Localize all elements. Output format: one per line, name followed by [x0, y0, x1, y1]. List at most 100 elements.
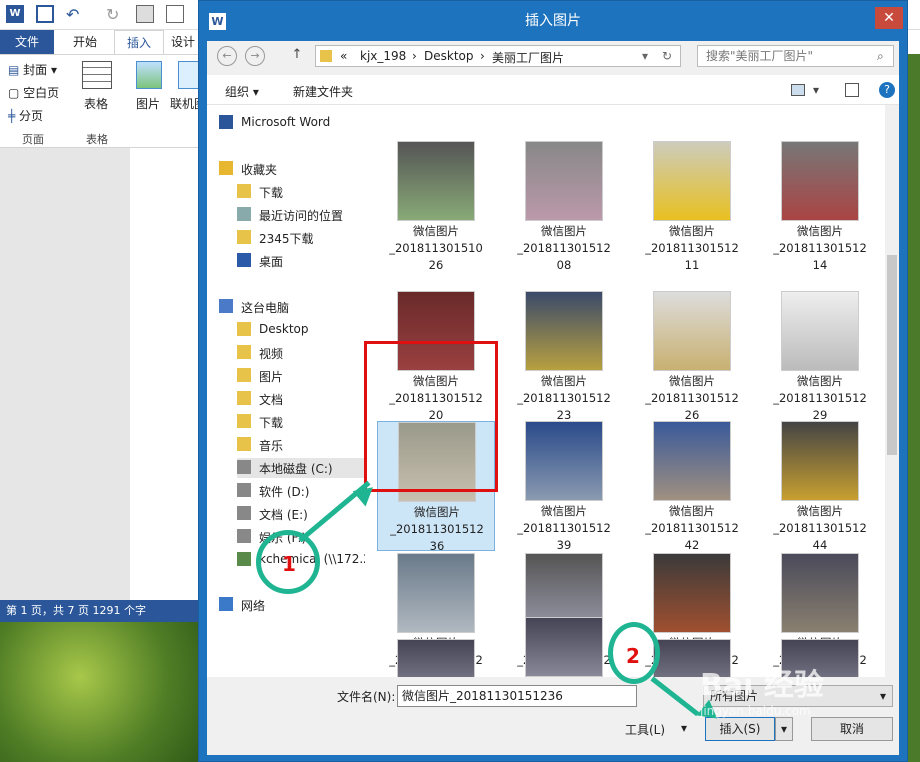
breadcrumb-overflow[interactable]: « — [340, 49, 347, 63]
blank-page-button[interactable]: ▢ 空白页 — [8, 84, 59, 101]
nav-item[interactable]: 收藏夹 — [219, 159, 365, 179]
organize-button[interactable]: 组织 ▾ — [225, 83, 259, 100]
nav-item[interactable]: 图片 — [237, 366, 365, 386]
file-item[interactable]: 微信图片 _201811301512 42 — [633, 421, 751, 554]
file-name-line: 微信图片 — [413, 224, 459, 238]
scrollbar-thumb[interactable] — [887, 255, 897, 455]
nav-item[interactable]: 桌面 — [237, 251, 365, 271]
nav-item[interactable]: 文档 — [237, 389, 365, 409]
nav-item[interactable]: 本地磁盘 (C:) — [237, 458, 365, 478]
view-icon[interactable] — [791, 84, 805, 96]
refresh-icon[interactable]: ↻ — [662, 49, 672, 63]
file-item[interactable]: 微信图片 _201811301512 11 — [633, 141, 751, 274]
insert-button[interactable]: 插入(S) — [705, 717, 775, 741]
drive-icon — [237, 529, 251, 543]
nav-item[interactable]: 视频 — [237, 343, 365, 363]
preview-pane-icon[interactable] — [845, 83, 859, 97]
file-name-line: _201811301512 — [773, 241, 867, 255]
print-preview-icon[interactable] — [166, 5, 184, 23]
undo-icon[interactable]: ↶ — [66, 5, 84, 24]
watermark-url: jingyan.baidu.com — [700, 704, 811, 718]
table-button-label[interactable]: 表格 — [84, 95, 108, 112]
help-icon[interactable]: ? — [879, 82, 895, 98]
folder-icon — [237, 414, 251, 428]
word-document-area — [0, 148, 200, 600]
up-arrow-icon[interactable]: ↑ — [287, 46, 307, 66]
file-item[interactable]: 微信图片 _201811301512 39 — [505, 421, 623, 552]
folder-icon — [237, 391, 251, 405]
search-icon: ⌕ — [877, 49, 884, 63]
insert-dropdown-chevron-icon[interactable]: ▾ — [775, 717, 793, 741]
folder-icon — [237, 184, 251, 198]
image-thumbnail — [525, 141, 603, 221]
cancel-button[interactable]: 取消 — [811, 717, 893, 741]
new-folder-button[interactable]: 新建文件夹 — [293, 83, 353, 100]
table-icon[interactable] — [82, 61, 112, 89]
file-item[interactable]: 微信图片 _201811301512 08 — [505, 141, 623, 272]
view-chevron-down-icon[interactable]: ▾ — [813, 83, 819, 97]
nav-item[interactable]: Microsoft Word — [219, 113, 365, 133]
file-name-line: _201811301512 — [645, 391, 739, 405]
image-thumbnail[interactable] — [397, 639, 475, 677]
page-break-label: 分页 — [19, 109, 44, 123]
tab-design[interactable]: 设计 — [168, 30, 198, 54]
page-break-button[interactable]: ╪ 分页 — [8, 107, 43, 124]
desktop-wallpaper — [0, 620, 200, 762]
forward-arrow-icon[interactable]: → — [245, 46, 265, 66]
file-name: 微信图片 _201811301512 42 — [633, 503, 751, 554]
file-name: 微信图片 _201811301512 14 — [761, 223, 879, 274]
picture-icon[interactable] — [136, 61, 162, 89]
tab-home[interactable]: 开始 — [60, 30, 110, 54]
picture-button-label[interactable]: 图片 — [136, 95, 160, 112]
file-item[interactable]: 微信图片 _201811301510 26 — [377, 141, 495, 272]
nav-item[interactable]: 2345下载 — [237, 228, 365, 248]
search-input[interactable]: 搜索"美丽工厂图片" — [697, 45, 894, 67]
nav-item-label: 本地磁盘 (C:) — [259, 462, 333, 476]
nav-item-label: 文档 (E:) — [259, 508, 308, 522]
nav-item[interactable]: 这台电脑 — [219, 297, 365, 317]
nav-item[interactable]: 下载 — [237, 182, 365, 202]
nav-item[interactable]: 文档 (E:) — [237, 504, 365, 524]
vertical-scrollbar[interactable] — [885, 105, 899, 677]
dialog-title-bar[interactable]: W 插入图片 ✕ — [199, 1, 907, 41]
filename-input[interactable]: 微信图片_20181130151236 — [397, 685, 637, 707]
cover-page-button[interactable]: ▤ 封面 ▾ — [8, 61, 57, 78]
online-picture-label[interactable]: 联机图 — [170, 95, 200, 112]
close-button[interactable]: ✕ — [875, 7, 903, 29]
nav-item[interactable]: 网络 — [219, 595, 365, 615]
nav-item-label: 网络 — [241, 599, 266, 613]
breadcrumb-desktop[interactable]: Desktop — [424, 49, 474, 63]
tools-chevron-down-icon[interactable]: ▾ — [681, 721, 687, 735]
file-item[interactable]: 微信图片 _201811301512 14 — [761, 141, 879, 274]
breadcrumb[interactable]: « kjx_198 › Desktop › 美丽工厂图片 ▾ ↻ — [315, 45, 681, 67]
nav-item[interactable]: 音乐 — [237, 435, 365, 455]
nav-item-label: 收藏夹 — [241, 163, 278, 177]
back-arrow-icon[interactable]: ← — [217, 46, 237, 66]
file-name-line: 微信图片 — [669, 504, 715, 518]
file-name: 微信图片 _201811301512 36 — [378, 504, 496, 555]
file-item[interactable]: 微信图片 _201811301512 23 — [505, 291, 623, 422]
tab-file[interactable]: 文件 — [0, 30, 54, 54]
image-thumbnail[interactable] — [525, 617, 603, 677]
redo-icon[interactable]: ↻ — [106, 5, 124, 24]
document-page[interactable] — [130, 148, 200, 600]
file-name: 微信图片 _201811301512 11 — [633, 223, 751, 274]
selection-highlight-box — [364, 341, 498, 492]
nav-item[interactable]: 最近访问的位置 — [237, 205, 365, 225]
spell-check-icon[interactable] — [136, 5, 154, 23]
save-icon[interactable] — [36, 5, 54, 23]
tools-button[interactable]: 工具(L) — [625, 721, 665, 738]
file-item[interactable]: 微信图片 _201811301512 26 — [633, 291, 751, 422]
tab-insert[interactable]: 插入 — [114, 30, 164, 54]
file-name-line: 微信图片 — [414, 505, 460, 519]
file-item[interactable]: 微信图片 _201811301512 44 — [761, 421, 879, 552]
nav-item[interactable]: 下载 — [237, 412, 365, 432]
file-item[interactable]: 微信图片 _201811301512 29 — [761, 291, 879, 422]
online-picture-icon[interactable] — [178, 61, 200, 89]
file-name-line: 39 — [556, 538, 572, 552]
nav-item[interactable]: Desktop — [237, 320, 365, 340]
breadcrumb-current-folder[interactable]: 美丽工厂图片 — [492, 49, 564, 66]
breadcrumb-kjx-198[interactable]: kjx_198 — [360, 49, 406, 63]
chevron-down-icon[interactable]: ▾ — [642, 49, 648, 63]
image-thumbnail — [653, 141, 731, 221]
